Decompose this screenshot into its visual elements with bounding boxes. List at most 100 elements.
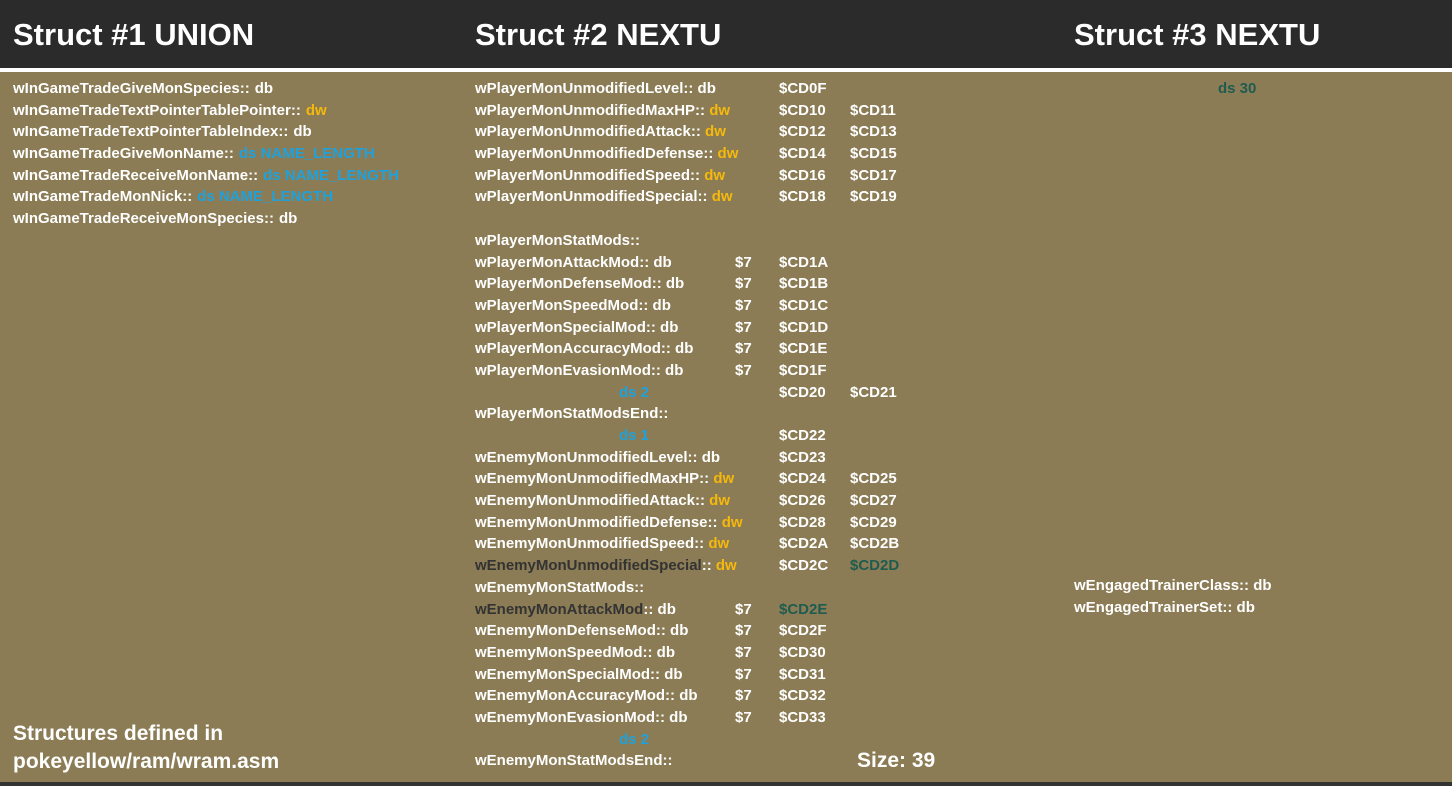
- struct2-row: wPlayerMonDefenseMod:: db $7 $CD1B: [475, 273, 945, 295]
- field-label: wEnemyMonUnmodifiedDefense::: [475, 513, 718, 531]
- ds-directive: ds 2: [619, 730, 650, 748]
- address-start: $CD30: [779, 643, 826, 661]
- field-label: wPlayerMonSpecialMod::: [475, 318, 656, 336]
- field-directive: dw: [705, 492, 731, 510]
- field-label: wEnemyMonSpeedMod::: [475, 643, 653, 661]
- field-label-group: wPlayerMonAttackMod:: db: [475, 252, 672, 274]
- struct2-row: wPlayerMonEvasionMod:: db $7 $CD1F: [475, 360, 945, 382]
- struct2-row: wEnemyMonUnmodifiedLevel:: db $CD23: [475, 447, 945, 469]
- field-label: wEnemyMonUnmodifiedLevel::: [475, 448, 698, 466]
- field-label-group: wPlayerMonSpecialMod:: db: [475, 317, 678, 339]
- field-label: wEngagedTrainerClass::: [1074, 577, 1250, 594]
- field-label: wEnemyMonStatModsEnd::: [475, 752, 673, 770]
- struct2-spacer-row: ds 2 $CD20 $CD21: [475, 382, 945, 404]
- field-label: wPlayerMonSpeedMod::: [475, 296, 649, 314]
- field-value: $7: [735, 318, 752, 336]
- address-start: $CD32: [779, 687, 826, 705]
- field-label-group: wPlayerMonDefenseMod:: db: [475, 273, 684, 295]
- address-end: $CD11: [850, 101, 896, 119]
- address-end: $CD27: [850, 492, 897, 510]
- field-value: $7: [735, 361, 752, 379]
- field-label-group: wPlayerMonEvasionMod:: db: [475, 360, 683, 382]
- field-label: wEnemyMonUnmodifiedSpecial: [475, 557, 702, 575]
- field-directive: dw: [705, 101, 731, 119]
- address-end: $CD19: [850, 188, 897, 206]
- struct2-row: wPlayerMonUnmodifiedSpecial:: dw $CD18 $CD…: [475, 186, 945, 208]
- struct2-row: wEnemyMonUnmodifiedDefense:: dw $CD28 $CD2…: [475, 512, 945, 534]
- field-directive: ds NAME_LENGTH: [238, 145, 375, 163]
- field-label: wPlayerMonUnmodifiedAttack::: [475, 123, 701, 141]
- footer-note-line2: pokeyellow/ram/wram.asm: [13, 750, 280, 773]
- field-directive: db: [675, 687, 698, 705]
- address-start: $CD18: [779, 188, 826, 206]
- field-label: wEngagedTrainerSet::: [1074, 598, 1233, 616]
- address-end: $CD29: [850, 513, 897, 531]
- field-label-group: wEnemyMonEvasionMod:: db: [475, 707, 688, 729]
- field-label: wInGameTradeGiveMonName::: [13, 145, 234, 163]
- struct1-row: wInGameTradeGiveMonSpecies:: db: [13, 78, 453, 100]
- address-start: $CD2A: [779, 535, 829, 553]
- field-label-group: wPlayerMonUnmodifiedAttack:: dw: [475, 121, 726, 143]
- field-directive: db: [652, 643, 676, 661]
- struct1-row: wInGameTradeTextPointerTableIndex:: db: [13, 121, 453, 143]
- field-label: wInGameTradeGiveMonSpecies::: [13, 80, 250, 97]
- address-start: $CD14: [779, 145, 826, 163]
- field-label: wInGameTradeTextPointerTablePointer::: [13, 101, 301, 119]
- field-label: wEnemyMonUnmodifiedMaxHP::: [475, 470, 710, 488]
- field-directive: db: [693, 80, 716, 97]
- field-label: wPlayerMonEvasionMod::: [475, 361, 661, 379]
- field-value: $7: [735, 275, 752, 293]
- address-start: $CD1F: [779, 361, 827, 379]
- header-bar: Struct #1 UNION Struct #2 NEXTU Struct #…: [0, 0, 1452, 72]
- field-value: $7: [735, 622, 752, 640]
- field-directive: dw: [717, 513, 743, 531]
- address-start: $CD2E: [779, 600, 828, 618]
- field-directive: db: [670, 340, 694, 358]
- field-directive: db: [648, 296, 671, 314]
- address-end: $CD2D: [850, 557, 900, 575]
- struct2-row: wEnemyMonDefenseMod:: db $7 $CD2F: [475, 620, 945, 642]
- address-end: $CD15: [850, 145, 897, 163]
- field-label-group: wPlayerMonUnmodifiedLevel:: db: [475, 78, 716, 100]
- field-label-group: wPlayerMonUnmodifiedMaxHP:: dw: [475, 100, 730, 122]
- struct1-row: wInGameTradeGiveMonName:: ds NAME_LENGTH: [13, 143, 453, 165]
- field-directive: db: [665, 622, 689, 640]
- field-label-group: wEnemyMonUnmodifiedSpeed:: dw: [475, 533, 729, 555]
- field-value: $7: [735, 340, 752, 358]
- field-label-group: wPlayerMonUnmodifiedSpecial:: dw: [475, 186, 733, 208]
- struct2-spacer-row: ds 2: [475, 729, 945, 751]
- struct2-row: wEnemyMonSpecialMod:: db $7 $CD31: [475, 664, 945, 686]
- field-directive: dw: [700, 123, 726, 141]
- field-directive: db: [1249, 577, 1272, 594]
- field-value: $7: [735, 665, 752, 683]
- field-label-group: wEnemyMonStatMods::: [475, 577, 644, 599]
- field-directive: dw: [707, 188, 733, 206]
- struct2-row: wEnemyMonAccuracyMod:: db $7 $CD32: [475, 685, 945, 707]
- field-value: $7: [735, 708, 752, 726]
- field-directive: db: [649, 253, 672, 271]
- field-directive: dw: [713, 145, 739, 163]
- field-label-group: wEnemyMonStatModsEnd::: [475, 750, 673, 772]
- field-label: wEnemyMonUnmodifiedSpeed::: [475, 535, 705, 553]
- struct2-row: wEnemyMonUnmodifiedMaxHP:: dw $CD24 $CD25: [475, 468, 945, 490]
- field-label-group: wPlayerMonUnmodifiedSpeed:: dw: [475, 165, 725, 187]
- address-start: $CD12: [779, 123, 826, 141]
- field-value: $7: [735, 687, 752, 705]
- address-start: $CD16: [779, 166, 826, 184]
- address-end: $CD17: [850, 166, 897, 184]
- ds-directive: ds 1: [619, 427, 650, 444]
- struct2-row: wPlayerMonStatModsEnd::: [475, 403, 945, 425]
- field-directive: db: [655, 318, 679, 336]
- field-directive: db: [660, 361, 684, 379]
- address-start: $CD2C: [779, 557, 829, 575]
- struct2-spacer-row: [475, 208, 945, 230]
- address-end: $CD13: [850, 123, 897, 141]
- address-start: $CD1D: [779, 318, 829, 336]
- struct2-row: wEnemyMonUnmodifiedAttack:: dw $CD26 $CD27: [475, 490, 945, 512]
- struct3-row: wEngagedTrainerSet:: db: [1074, 597, 1444, 619]
- field-label: wPlayerMonAttackMod::: [475, 253, 650, 271]
- field-label-group: wEnemyMonSpeedMod:: db: [475, 642, 675, 664]
- field-label: wPlayerMonStatMods::: [475, 231, 641, 249]
- bottom-bar: [0, 782, 1452, 786]
- field-label: wPlayerMonDefenseMod::: [475, 275, 662, 293]
